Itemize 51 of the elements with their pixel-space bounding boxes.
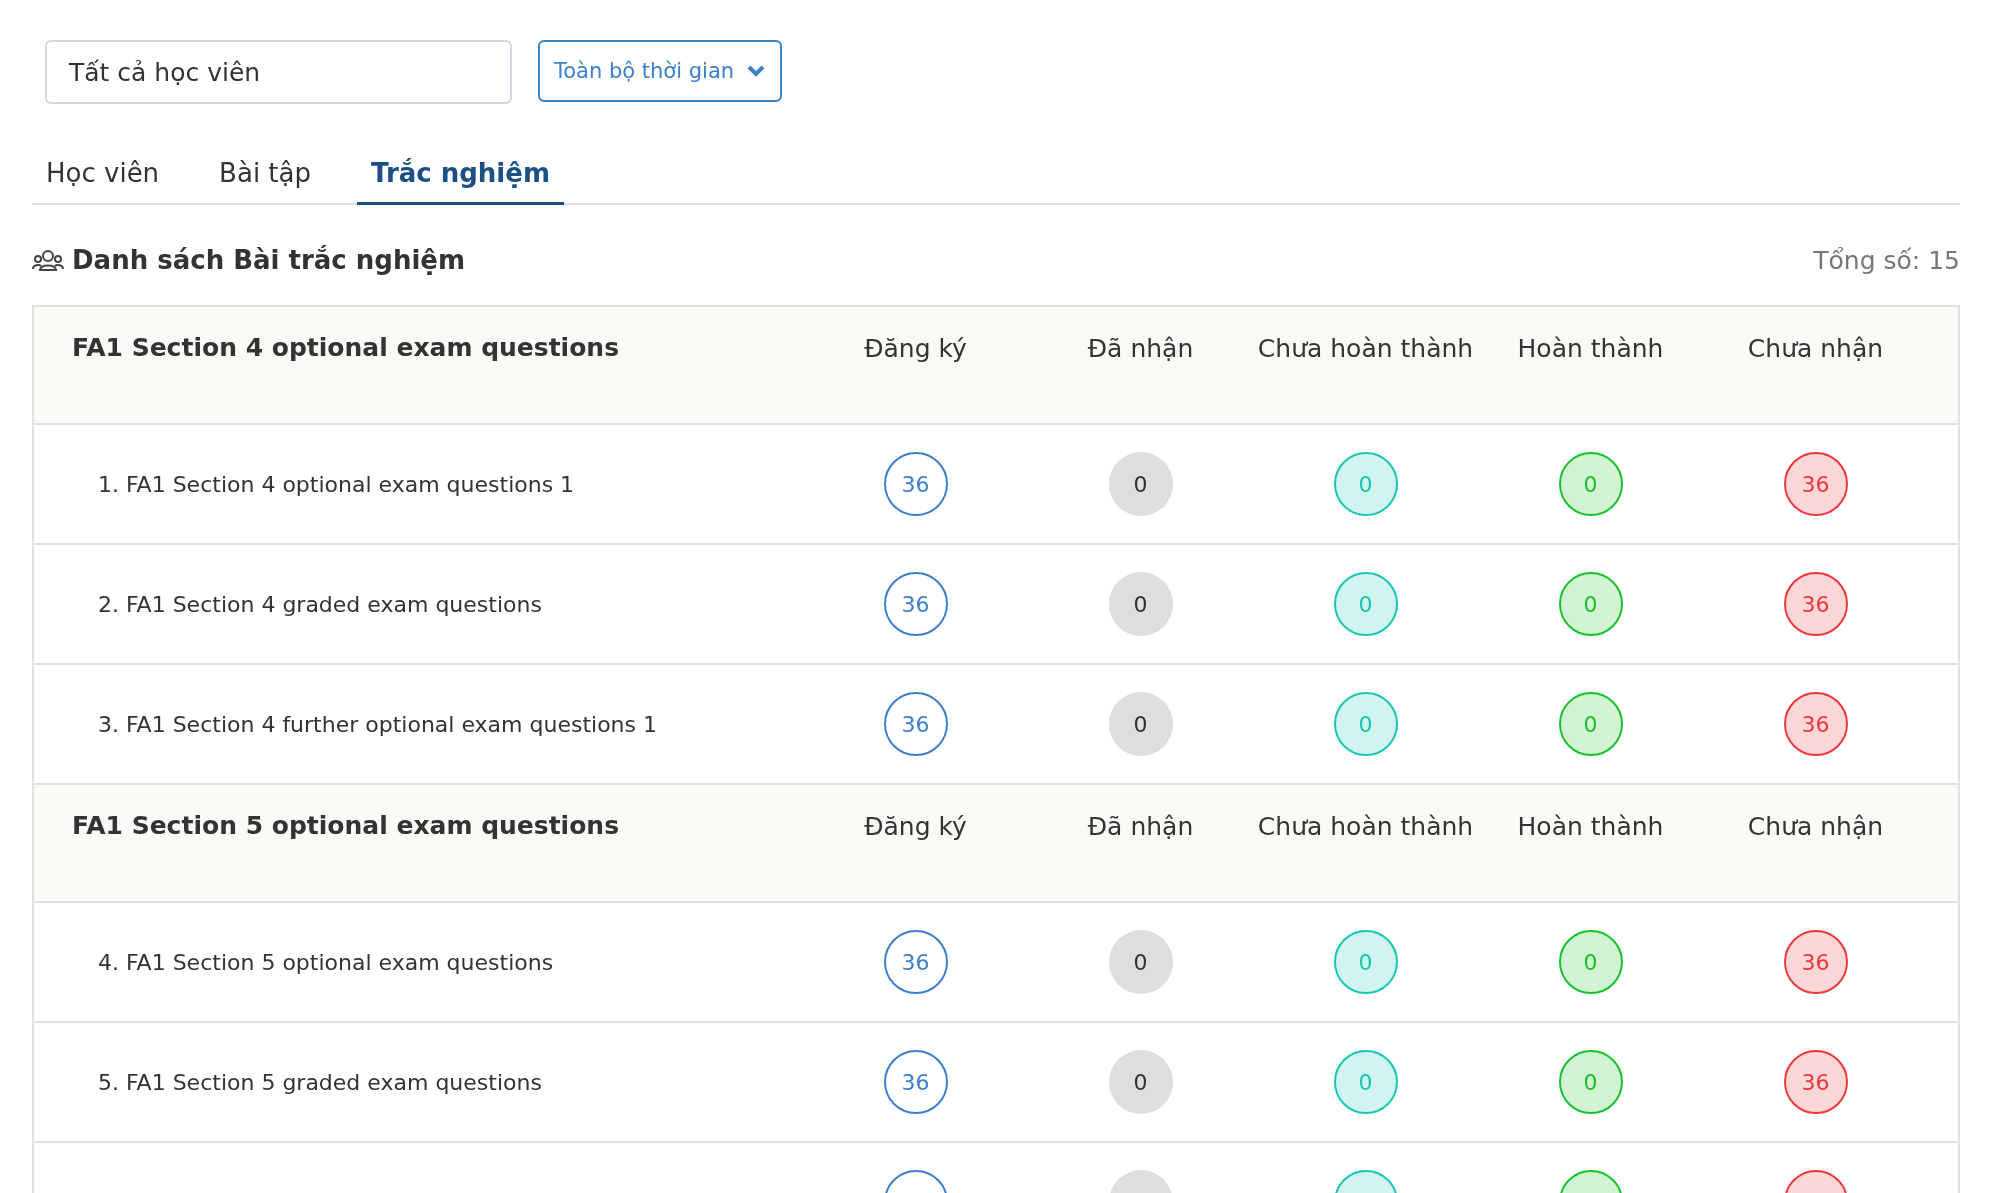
count-badge: 0 <box>1333 452 1398 516</box>
column-header: Chưa hoàn thành <box>1256 333 1475 365</box>
chevron-down-icon <box>746 64 767 78</box>
total-count: Tổng số: 15 <box>1813 245 1960 275</box>
count-badge: 0 <box>1333 1050 1398 1114</box>
column-header: Đã nhận <box>1086 811 1195 843</box>
quiz-name: 1. FA1 Section 4 optional exam questions 1 <box>97 471 576 497</box>
count-badge: 36 <box>883 930 948 994</box>
count-badge: 36 <box>1783 692 1848 756</box>
period-dropdown[interactable]: Toàn bộ thời gian <box>538 40 783 102</box>
count-badge: 0 <box>1558 692 1623 756</box>
count-badge: 0 <box>1108 692 1173 756</box>
tab[interactable]: Học viên <box>32 148 174 205</box>
quiz-name: 4. FA1 Section 5 optional exam questions <box>97 949 555 975</box>
column-header: Đăng ký <box>863 811 968 843</box>
count-badge: 36 <box>1783 1050 1848 1114</box>
count-badge: 36 <box>1783 452 1848 516</box>
count-badge: 0 <box>1558 930 1623 994</box>
count-badge: 0 <box>1333 692 1398 756</box>
count-badge: 0 <box>1558 572 1623 636</box>
count-badge: 36 <box>1783 930 1848 994</box>
count-badge: 0 <box>1108 930 1173 994</box>
count-badge: 0 <box>1108 452 1173 516</box>
column-header: Hoàn thành <box>1516 333 1665 365</box>
column-header: Đăng ký <box>863 333 968 365</box>
users-icon <box>32 248 64 272</box>
count-badge: 36 <box>883 572 948 636</box>
group-title: FA1 Section 4 optional exam questions <box>71 332 621 362</box>
count-badge: 0 <box>1108 1050 1173 1114</box>
column-header: Chưa nhận <box>1746 333 1885 365</box>
column-header: Hoàn thành <box>1516 811 1665 843</box>
count-badge: 0 <box>1333 930 1398 994</box>
quiz-name: 3. FA1 Section 4 further optional exam questions 1 <box>97 711 658 737</box>
count-badge: 36 <box>883 692 948 756</box>
column-header: Đã nhận <box>1086 333 1195 365</box>
count-badge: 36 <box>883 452 948 516</box>
column-header: Chưa nhận <box>1746 811 1885 843</box>
tab[interactable]: Trắc nghiệm <box>357 148 564 205</box>
count-badge: 36 <box>883 1050 948 1114</box>
section-title: Danh sách Bài trắc nghiệm <box>72 245 466 275</box>
count-badge: 0 <box>1558 1050 1623 1114</box>
column-header: Chưa hoàn thành <box>1256 811 1475 843</box>
count-badge: 0 <box>1333 572 1398 636</box>
quiz-name: 2. FA1 Section 4 graded exam questions <box>97 591 543 617</box>
count-badge: 0 <box>1558 452 1623 516</box>
count-badge: 0 <box>1108 572 1173 636</box>
count-badge: 36 <box>1783 572 1848 636</box>
tab[interactable]: Bài tập <box>205 148 325 205</box>
student-select[interactable]: Tất cả học viên <box>45 40 512 104</box>
quiz-name: 5. FA1 Section 5 graded exam questions <box>97 1069 543 1095</box>
group-title: FA1 Section 5 optional exam questions <box>71 810 621 840</box>
